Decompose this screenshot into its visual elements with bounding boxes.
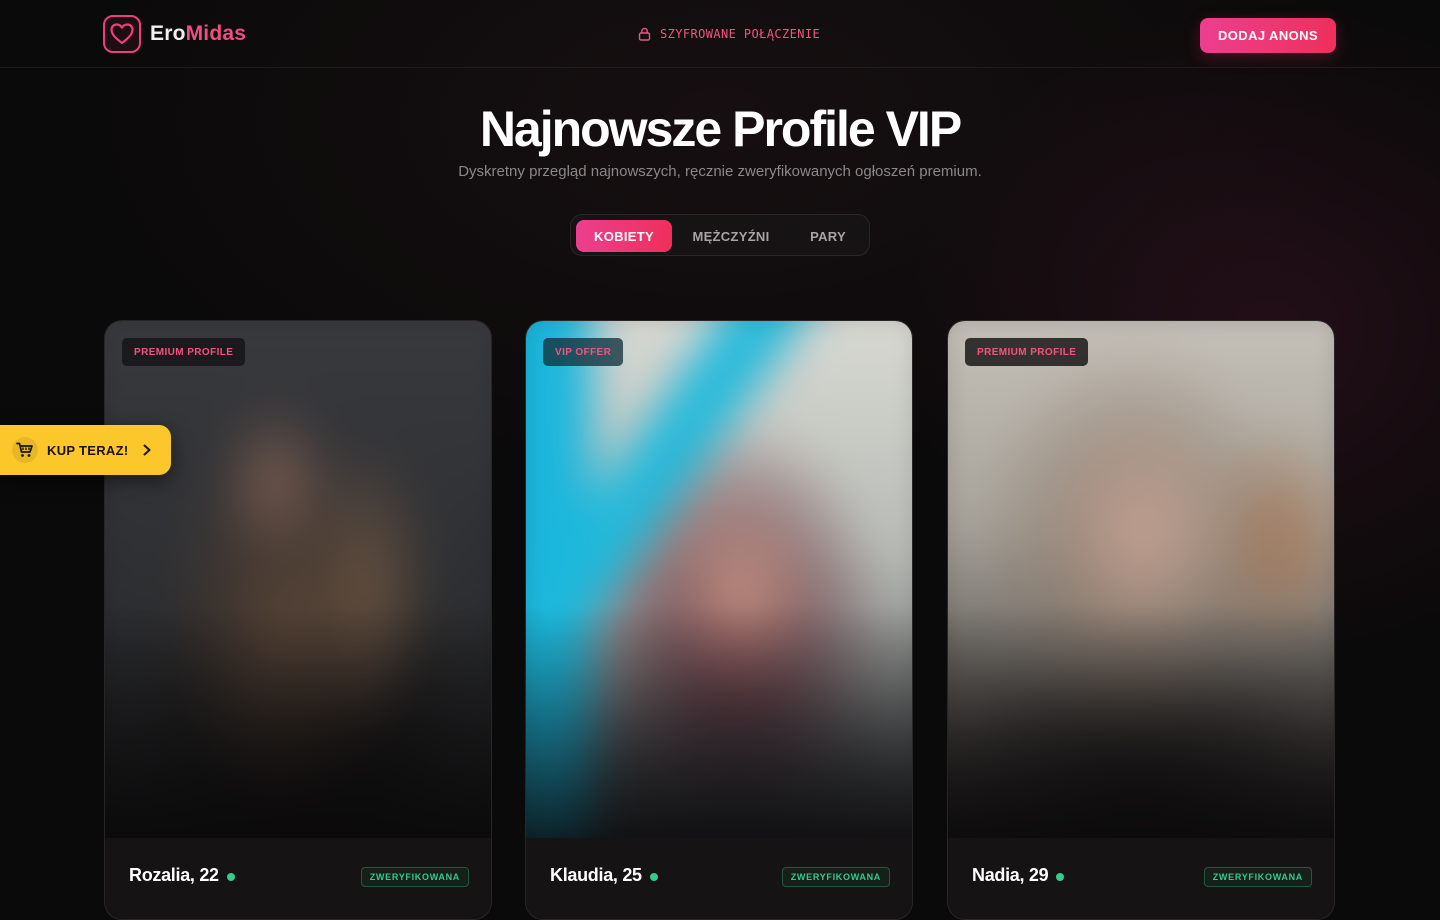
buy-now-label: KUP TERAZ! [47, 442, 129, 458]
premium-badge: PREMIUM PROFILE [965, 338, 1089, 366]
lock-icon [638, 27, 651, 41]
premium-badge: PREMIUM PROFILE [122, 338, 246, 366]
tab-women[interactable]: KOBIETY [576, 220, 672, 252]
profile-photo-blurred[interactable]: PREMIUM PROFILE [105, 321, 491, 838]
profile-photo-blurred[interactable]: PREMIUM PROFILE [948, 321, 1334, 838]
profile-name: Klaudia, 25 [550, 865, 658, 886]
profile-name-text: Nadia, 29 [972, 865, 1049, 885]
page-title: Najnowsze Profile VIP [479, 101, 962, 157]
chevron-right-icon [142, 444, 152, 456]
online-status-dot [1056, 873, 1065, 881]
top-bar: EroMidas SZYFROWANE POŁĄCZENIE DODAJ ANO… [0, 0, 1440, 68]
profile-card[interactable]: PREMIUM PROFILE Nadia, 29 ZWERYFIKOWANA [947, 320, 1335, 920]
profile-card[interactable]: VIP OFFER Klaudia, 25 ZWERYFIKOWANA [525, 320, 913, 920]
profile-name-text: Rozalia, 22 [129, 865, 219, 885]
verified-badge: ZWERYFIKOWANA [360, 867, 469, 887]
vip-badge: VIP OFFER [543, 338, 624, 366]
profile-info: Rozalia, 22 ZWERYFIKOWANA [105, 838, 491, 919]
logo-text: EroMidas [150, 22, 246, 46]
online-status-dot [226, 873, 235, 881]
heart-icon [103, 15, 141, 53]
cart-icon [12, 437, 38, 463]
profile-card[interactable]: PREMIUM PROFILE Rozalia, 22 ZWERYFIKOWAN… [104, 320, 492, 920]
tab-couples[interactable]: PARY [793, 220, 863, 252]
profile-name: Nadia, 29 [972, 865, 1065, 886]
category-tabs: KOBIETY MĘŻCZYŹNI PARY [570, 214, 870, 256]
add-listing-button[interactable]: DODAJ ANONS [1200, 18, 1336, 53]
verified-badge: ZWERYFIKOWANA [1203, 867, 1312, 887]
secure-connection-label: SZYFROWANE POŁĄCZENIE [638, 26, 820, 42]
page-subtitle: Dyskretny przegląd najnowszych, ręcznie … [458, 163, 982, 180]
profile-name: Rozalia, 22 [129, 865, 235, 886]
buy-now-button[interactable]: KUP TERAZ! [0, 425, 171, 475]
logo-text-part2: Midas [185, 22, 247, 45]
profile-name-text: Klaudia, 25 [550, 865, 642, 885]
verified-badge: ZWERYFIKOWANA [781, 867, 890, 887]
profile-photo-blurred[interactable]: VIP OFFER [526, 321, 912, 838]
logo[interactable]: EroMidas [103, 15, 246, 53]
tab-men[interactable]: MĘŻCZYŹNI [679, 220, 783, 252]
secure-connection-text: SZYFROWANE POŁĄCZENIE [660, 27, 821, 41]
online-status-dot [649, 873, 658, 881]
logo-text-part1: Ero [150, 22, 186, 45]
profile-info: Klaudia, 25 ZWERYFIKOWANA [526, 838, 912, 919]
profile-info: Nadia, 29 ZWERYFIKOWANA [948, 838, 1334, 919]
